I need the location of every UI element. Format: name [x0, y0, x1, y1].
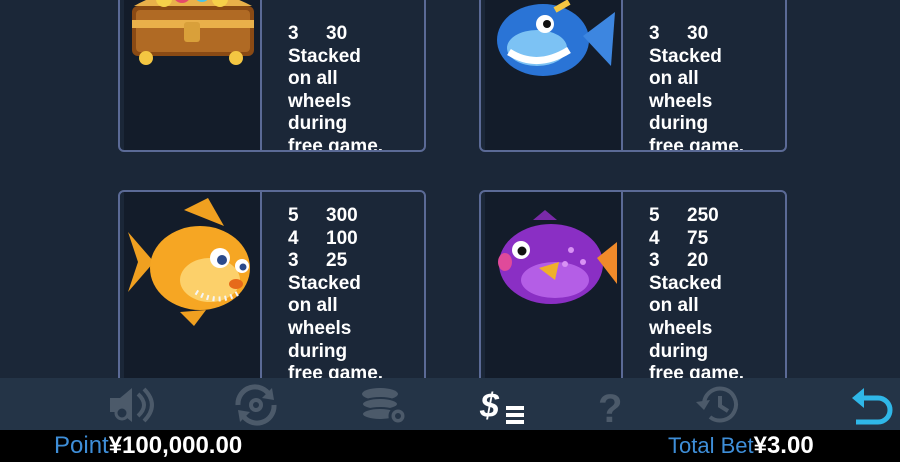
pay-row: 3 30	[649, 23, 709, 44]
svg-text:?: ?	[598, 387, 622, 426]
goldfish-symbol	[124, 192, 262, 398]
blue-fish-symbol	[485, 0, 623, 150]
pay-text: 3 30 Stacked on all wheels during free ga…	[649, 23, 745, 152]
total-bet-value: ¥3.00	[753, 432, 814, 459]
pay-text: 3 30 Stacked on all wheels during free ga…	[288, 23, 384, 152]
paytable-card-purple-pufferfish: 5 250 4 75 3 20 Stacked on all wheels durin…	[479, 190, 787, 400]
pay-row: 3 20	[649, 250, 709, 272]
point-balance: Point¥100,000.00	[54, 430, 242, 462]
treasure-chest-symbol	[124, 0, 262, 150]
sound-settings-icon[interactable]	[104, 384, 160, 426]
pay-row: 4 75	[649, 227, 709, 249]
back-icon[interactable]	[846, 384, 900, 426]
pay-row: 5 300	[288, 205, 358, 226]
total-bet: Total Bet¥3.00	[668, 430, 814, 462]
game-toolbar: $ ?	[0, 378, 900, 431]
paytable-icon[interactable]: $	[478, 384, 534, 426]
total-bet-label: Total Bet	[668, 433, 754, 458]
svg-text:$: $	[479, 387, 500, 425]
pay-row: 5 250	[649, 205, 719, 226]
pay-row: 3 25	[288, 250, 348, 272]
point-label: Point	[54, 432, 109, 459]
pay-row: 3 30	[288, 23, 348, 44]
paytable-card-goldfish: 5 300 4 100 3 25 Stacked on all wheels duri…	[118, 190, 426, 400]
pay-text: 5 300 4 100 3 25 Stacked on all wheels duri…	[288, 205, 384, 385]
pay-text: 5 250 4 75 3 20 Stacked on all wheels durin…	[649, 205, 745, 385]
purple-pufferfish-symbol	[485, 192, 623, 398]
bet-chips-icon[interactable]	[356, 384, 412, 426]
paytable-card-blue-fish: 3 30 Stacked on all wheels during free ga…	[479, 0, 787, 152]
pay-row: 4 100	[288, 227, 358, 249]
help-icon[interactable]: ?	[584, 384, 640, 431]
history-icon[interactable]	[692, 384, 748, 426]
paytable-card-treasure-chest: 3 30 Stacked on all wheels during free ga…	[118, 0, 426, 152]
autoplay-icon[interactable]	[228, 384, 284, 426]
point-value: ¥100,000.00	[108, 432, 243, 459]
status-bar: Point¥100,000.00 Total Bet¥3.00	[0, 430, 900, 462]
